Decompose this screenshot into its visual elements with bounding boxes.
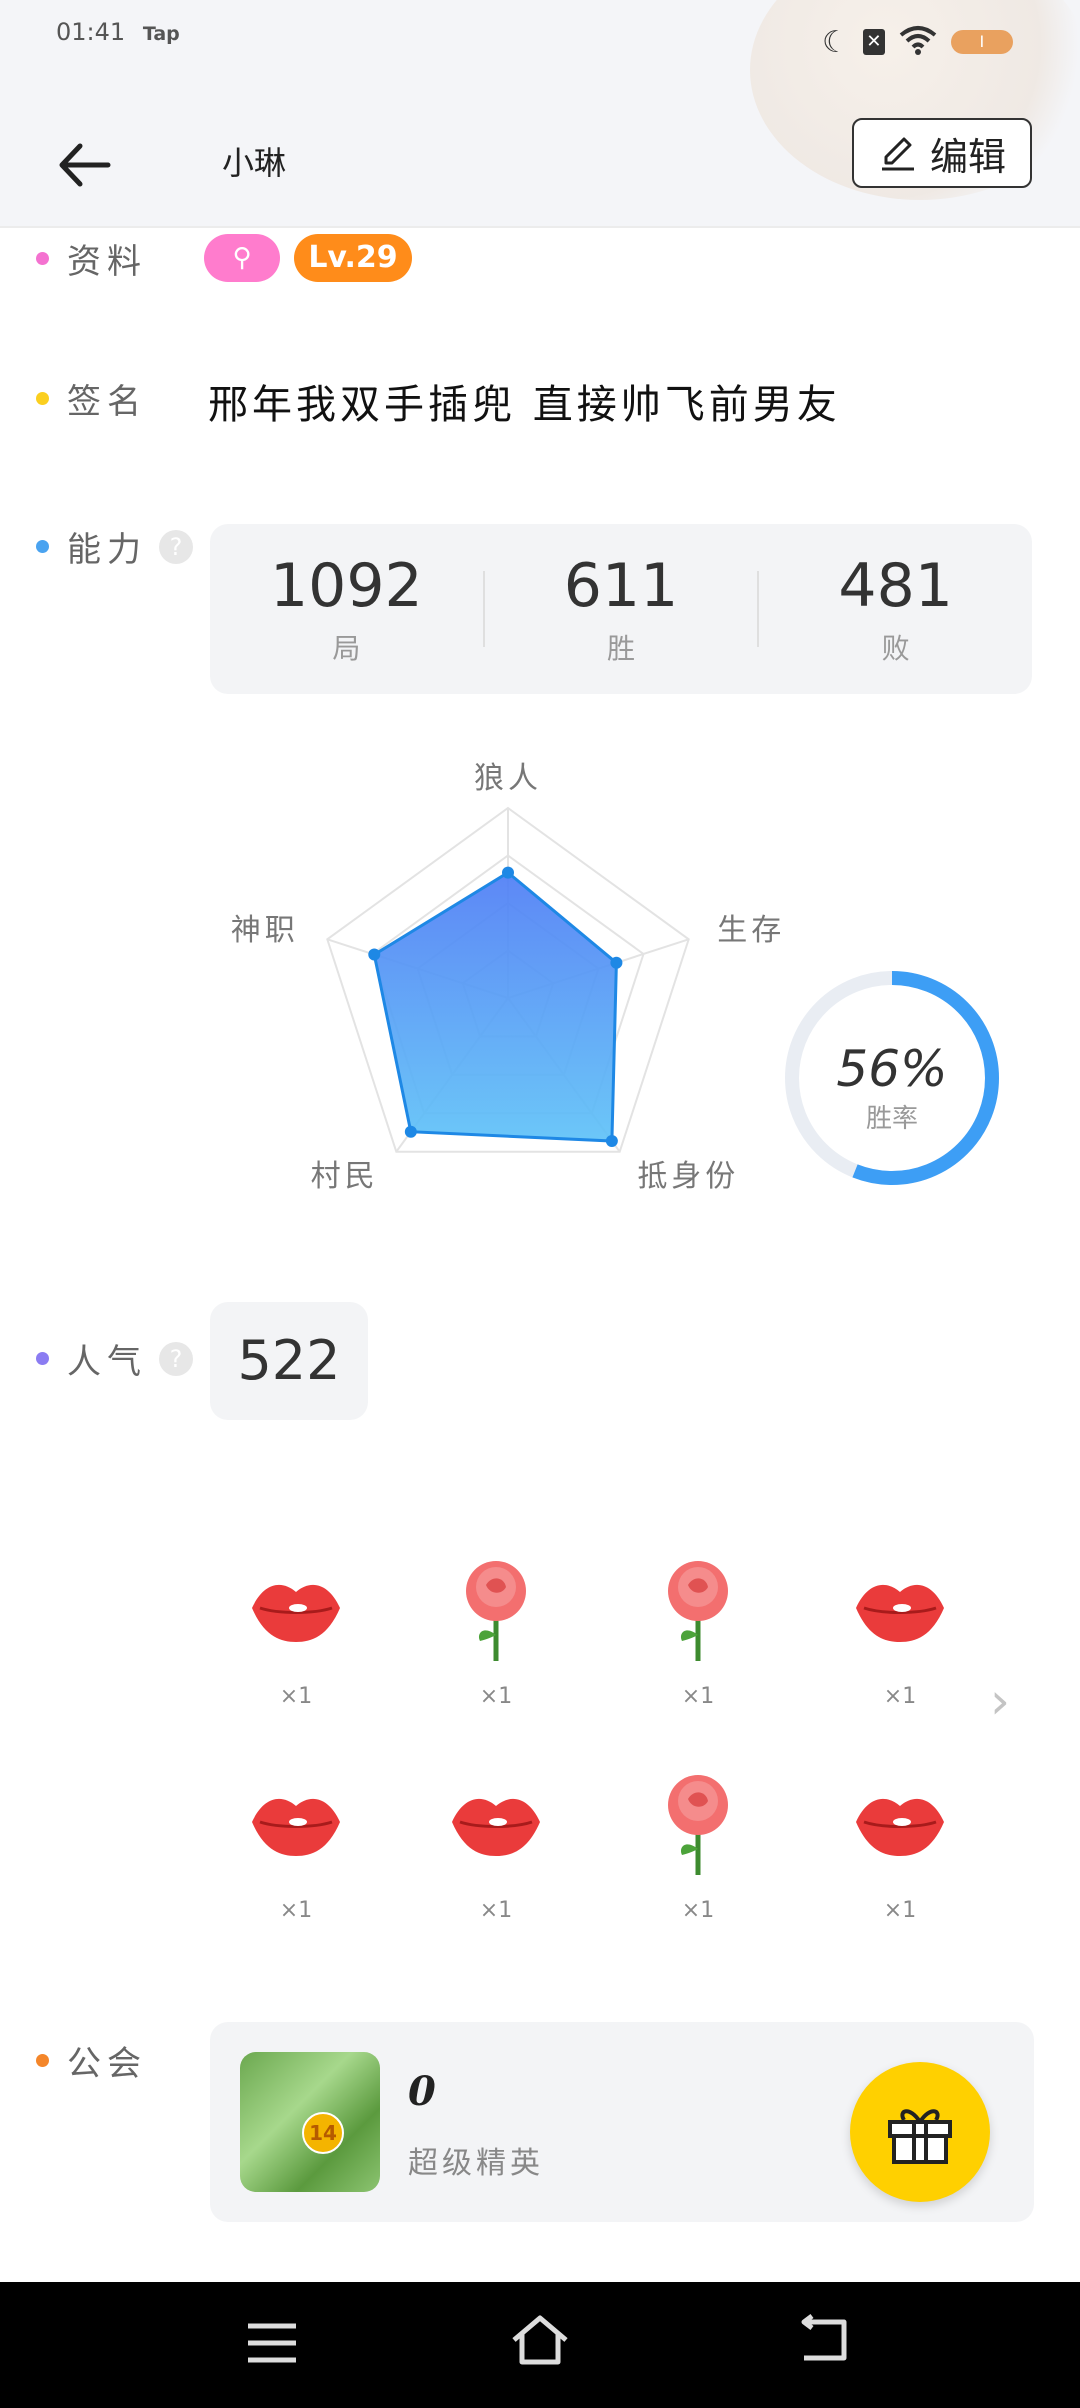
status-bar-left: 01:41 Tap	[56, 18, 180, 46]
gift-item[interactable]: ×1	[840, 1562, 960, 1709]
gift-count: ×1	[279, 1898, 313, 1923]
guild-label: 公会	[67, 2044, 147, 2084]
guild-level-badge: 14	[302, 2112, 344, 2154]
radar-point-4	[368, 948, 381, 961]
radar-point-2	[605, 1134, 618, 1147]
edit-label: 编辑	[929, 134, 1006, 179]
level-badge: Lv.29	[294, 234, 412, 282]
radar-point-1	[610, 956, 623, 969]
gift-count: ×1	[279, 1684, 313, 1709]
header-divider	[0, 226, 1080, 228]
section-ability: 能力 ?	[36, 522, 193, 571]
lips-icon	[840, 1562, 960, 1658]
chevron-right-icon[interactable]: ›	[990, 1672, 1010, 1730]
status-time: 01:41	[56, 18, 126, 46]
win-rate-value: 56%	[836, 1040, 948, 1098]
win-rate-label: 胜率	[865, 1104, 918, 1134]
ability-stats-card: 1092 局 611 胜 481 败	[210, 524, 1032, 694]
stat-games-value: 1092	[269, 551, 423, 621]
edit-button[interactable]: 编辑	[852, 118, 1032, 188]
status-app-label: Tap	[142, 23, 180, 45]
pencil-icon	[881, 137, 914, 171]
guild-name: 0	[408, 2068, 436, 2115]
page-title: 小琳	[222, 144, 287, 182]
stat-wins-value: 611	[563, 551, 679, 621]
lips-icon	[840, 1776, 960, 1872]
battery-icon: I	[950, 30, 1013, 54]
stat-losses-label: 败	[881, 632, 910, 665]
popularity-dot	[36, 1352, 49, 1365]
signature-dot	[36, 392, 49, 405]
ability-dot	[36, 540, 49, 553]
radar-point-3	[404, 1125, 417, 1138]
gift-box-icon	[888, 2109, 952, 2164]
section-info: 资料	[36, 234, 147, 283]
stat-losses-value: 481	[838, 551, 953, 621]
popularity-help-icon[interactable]: ?	[159, 1341, 193, 1376]
menu-icon[interactable]	[244, 2318, 300, 2368]
signature-label: 签名	[67, 382, 147, 422]
gift-item[interactable]: ×1	[638, 1561, 758, 1709]
stat-wins-label: 胜	[607, 632, 636, 665]
section-signature: 签名	[36, 374, 147, 423]
radar-axis-label-2: 抵身份	[637, 1159, 739, 1194]
radar-data-shape	[372, 870, 618, 1143]
gift-item[interactable]: ×1	[840, 1776, 960, 1923]
ability-radar-chart: 狼人生存抵身份 村民 神职	[231, 761, 785, 1194]
gift-count: ×1	[479, 1898, 513, 1923]
guild-dot	[36, 2054, 49, 2067]
gender-badge: ⚲	[204, 234, 280, 282]
gift-button[interactable]	[850, 2062, 990, 2202]
back-button[interactable]	[50, 130, 120, 200]
gift-count: ×1	[883, 1684, 917, 1709]
gift-item[interactable]: ×1	[236, 1562, 356, 1709]
info-dot	[36, 252, 49, 265]
status-bar-right: ☾ ✕ I	[822, 22, 1013, 62]
lips-icon	[236, 1776, 356, 1872]
popularity-value: 522	[210, 1302, 368, 1420]
rose-icon	[638, 1561, 758, 1661]
stat-games: 1092 局	[210, 524, 483, 694]
info-label: 资料	[67, 242, 147, 282]
gift-item[interactable]: ×1	[436, 1776, 556, 1923]
popularity-label: 人气	[67, 1342, 147, 1382]
radar-axis-label-4: 神职	[231, 913, 299, 948]
radar-axis-label-0: 狼人	[474, 761, 542, 796]
radar-point-0	[502, 866, 514, 879]
sim-off-icon: ✕	[862, 29, 885, 55]
ability-label: 能力	[67, 530, 147, 570]
gift-count: ×1	[681, 1684, 715, 1709]
ability-help-icon[interactable]: ?	[159, 529, 193, 564]
rose-icon	[638, 1775, 758, 1875]
stat-games-label: 局	[332, 632, 361, 665]
wifi-icon	[899, 25, 937, 59]
stat-wins: 611 胜	[485, 524, 758, 694]
arrow-left-icon	[59, 143, 111, 187]
back-nav-icon[interactable]	[796, 2314, 852, 2366]
stat-losses: 481 败	[759, 524, 1032, 694]
gift-count: ×1	[681, 1898, 715, 1923]
section-popularity: 人气 ?	[36, 1334, 193, 1383]
rose-icon	[436, 1561, 556, 1661]
radar-axis-label-3: 村民	[311, 1159, 379, 1194]
gift-item[interactable]: ×1	[436, 1561, 556, 1709]
lips-icon	[436, 1776, 556, 1872]
gift-count: ×1	[479, 1684, 513, 1709]
gift-item[interactable]: ×1	[236, 1776, 356, 1923]
win-rate-text: 56% 胜率	[780, 1040, 1004, 1135]
lips-icon	[236, 1562, 356, 1658]
home-icon[interactable]	[508, 2310, 572, 2370]
guild-rank: 超级精英	[408, 2146, 544, 2181]
section-guild: 公会	[36, 2036, 147, 2085]
system-nav-bar	[0, 2282, 1080, 2408]
gift-count: ×1	[883, 1898, 917, 1923]
gift-item[interactable]: ×1	[638, 1775, 758, 1923]
radar-axis-label-1: 生存	[717, 913, 785, 948]
moon-icon: ☾	[822, 24, 849, 60]
signature-text: 邢年我双手插兜 直接帅飞前男友	[208, 382, 841, 428]
